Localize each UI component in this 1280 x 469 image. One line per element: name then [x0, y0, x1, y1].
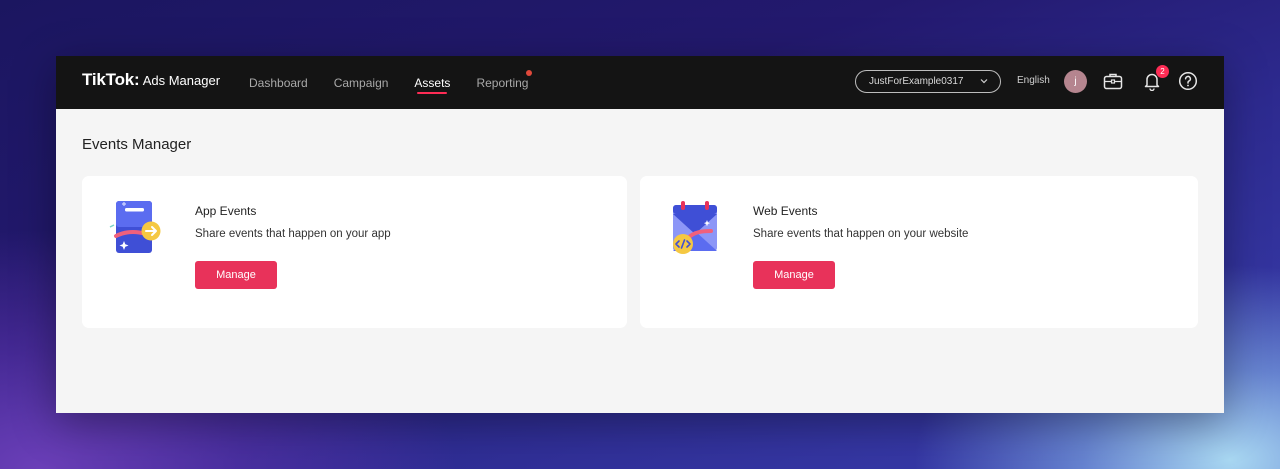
main-nav: Dashboard Campaign Assets Reporting	[249, 56, 554, 109]
account-name: JustForExample0317	[869, 76, 964, 87]
app-events-card: App Events Share events that happen on y…	[82, 176, 627, 328]
manage-web-events-button[interactable]: Manage	[753, 261, 835, 289]
manage-app-events-button[interactable]: Manage	[195, 261, 277, 289]
nav-item-reporting[interactable]: Reporting	[476, 56, 533, 109]
card-title: Web Events	[753, 204, 818, 218]
page-title: Events Manager	[82, 136, 192, 153]
account-selector[interactable]: JustForExample0317	[855, 70, 1001, 93]
notification-count-badge: 2	[1156, 65, 1169, 78]
nav-item-dashboard[interactable]: Dashboard	[249, 56, 308, 109]
card-description: Share events that happen on your app	[195, 228, 391, 240]
top-navigation-bar: TikTok : Ads Manager Dashboard Campaign …	[56, 56, 1224, 109]
nav-item-campaign[interactable]: Campaign	[334, 56, 389, 109]
ads-manager-window: TikTok : Ads Manager Dashboard Campaign …	[56, 56, 1224, 413]
app-events-icon	[108, 200, 164, 258]
web-events-card: Web Events Share events that happen on y…	[640, 176, 1198, 328]
help-icon[interactable]	[1177, 70, 1199, 92]
nav-item-reporting-label: Reporting	[476, 75, 529, 90]
card-title: App Events	[195, 204, 257, 218]
logo-separator: :	[134, 70, 140, 89]
briefcase-icon[interactable]	[1102, 70, 1124, 92]
logo-product: Ads Manager	[142, 73, 221, 88]
tiktok-ads-manager-logo[interactable]: TikTok : Ads Manager	[82, 70, 220, 90]
avatar[interactable]: j	[1064, 70, 1087, 93]
language-selector[interactable]: English	[1017, 75, 1050, 86]
logo-brand: TikTok	[82, 70, 135, 89]
nav-item-assets[interactable]: Assets	[414, 56, 450, 109]
card-description: Share events that happen on your website	[753, 228, 969, 240]
chevron-down-icon	[979, 75, 989, 90]
web-events-icon	[666, 200, 722, 258]
reporting-notification-dot	[526, 70, 533, 76]
